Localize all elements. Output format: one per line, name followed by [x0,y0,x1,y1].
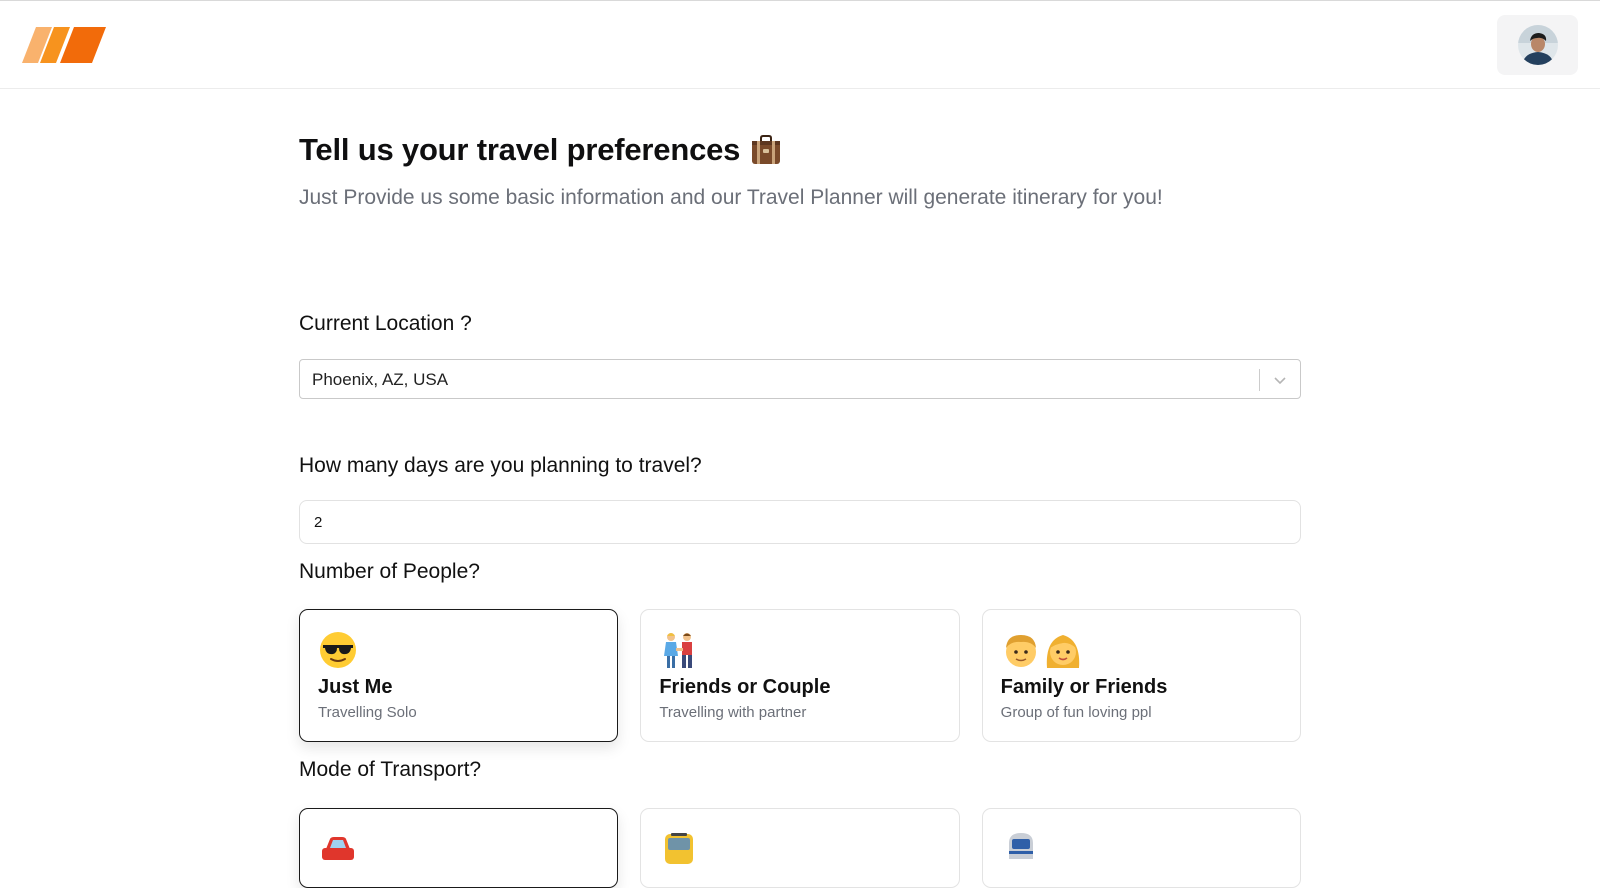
days-input[interactable] [299,500,1301,544]
man-icon [1005,635,1036,667]
sunglasses-face-icon [320,632,356,668]
days-label: How many days are you planning to travel… [299,454,702,477]
avatar-button[interactable] [1497,15,1578,75]
couple-holding-hands-icon [664,633,693,668]
chevron-down-icon[interactable] [1272,372,1288,388]
transport-label: Mode of Transport? [299,758,482,781]
user-avatar-icon [1517,25,1558,65]
bus-icon [665,833,694,864]
people-option-just-me[interactable]: Just Me Travelling Solo [299,609,619,742]
location-select[interactable]: Phoenix, AZ, USA [299,359,1301,399]
location-select-value: Phoenix, AZ, USA [312,370,449,389]
people-option-family-or-friends[interactable]: Family or Friends Group of fun loving pp… [981,609,1301,742]
option-title: Just Me [318,676,393,698]
train-icon [1008,833,1033,859]
people-label: Number of People? [299,560,480,583]
people-option-friends-or-couple[interactable]: Friends or Couple Travelling with partne… [640,609,960,742]
woman-icon [1046,635,1079,668]
page-title: Tell us your travel preferences [299,132,782,168]
option-description: Group of fun loving ppl [1000,704,1152,721]
option-title: Family or Friends [1000,676,1168,698]
transport-option-car[interactable] [299,808,619,888]
transport-option-bus[interactable] [640,808,960,888]
option-description: Travelling with partner [659,704,807,721]
people-options: Just Me Travelling Solo Friends or Coupl… [299,609,1301,742]
top-navbar [0,1,1600,89]
transport-options [299,808,1301,888]
transport-option-train[interactable] [981,808,1301,888]
option-title: Friends or Couple [659,676,831,698]
stripes-logo-icon[interactable] [22,27,108,63]
luggage-emoji-icon [752,135,781,164]
option-description: Travelling Solo [318,704,417,721]
page-title-text: Tell us your travel preferences [299,132,741,167]
location-label: Current Location ? [299,312,472,335]
select-separator [1259,369,1260,391]
car-icon [322,837,354,860]
page-subtitle: Just Provide us some basic information a… [299,186,1163,209]
